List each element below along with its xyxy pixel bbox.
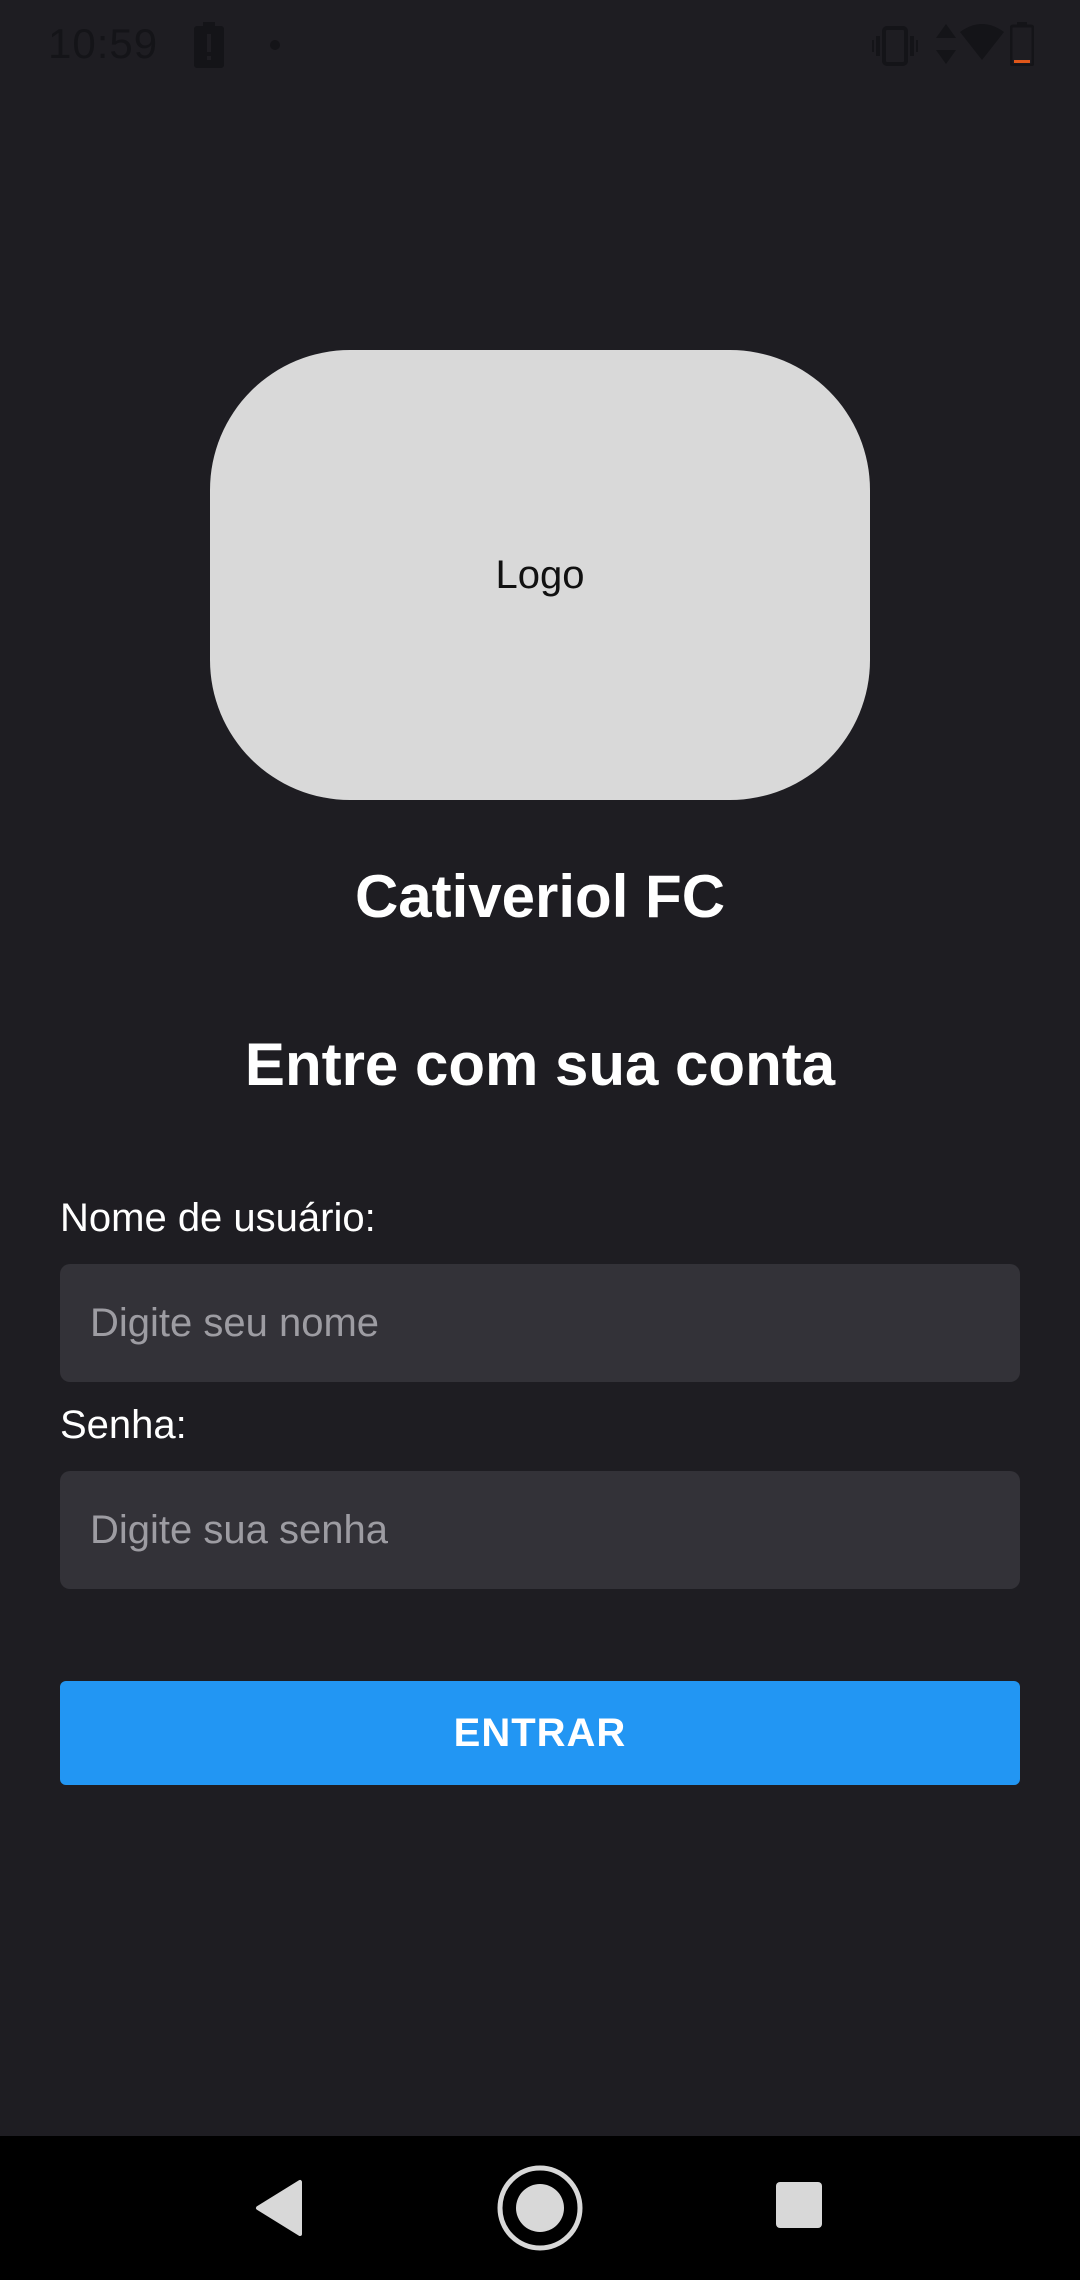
recents-icon[interactable] — [776, 2182, 822, 2233]
username-label: Nome de usuário: — [60, 1196, 376, 1240]
logo-text: Logo — [495, 552, 585, 597]
notification-dot-icon — [270, 40, 280, 50]
login-heading: Entre com sua conta — [244, 1031, 836, 1098]
password-input[interactable] — [60, 1471, 1020, 1589]
username-input[interactable] — [60, 1264, 1020, 1382]
status-bar: 10:59 — [0, 0, 1080, 90]
login-screen: 10:59 Logo Cativeriol FC Entre com sua c… — [0, 0, 1080, 2280]
home-icon[interactable] — [496, 2164, 584, 2257]
battery-icon — [1009, 22, 1035, 71]
app-name: Cativeriol FC — [354, 863, 726, 930]
login-button[interactable]: ENTRAR — [60, 1681, 1020, 1785]
logo-placeholder: Logo — [210, 350, 870, 800]
data-arrows-icon — [936, 24, 956, 69]
back-icon[interactable] — [254, 2178, 304, 2243]
navigation-bar — [0, 2136, 1080, 2280]
battery-alert-icon — [194, 22, 224, 73]
status-time: 10:59 — [48, 20, 159, 67]
vibrate-icon — [872, 26, 918, 71]
wifi-icon — [960, 22, 1004, 67]
password-label: Senha: — [60, 1403, 187, 1447]
